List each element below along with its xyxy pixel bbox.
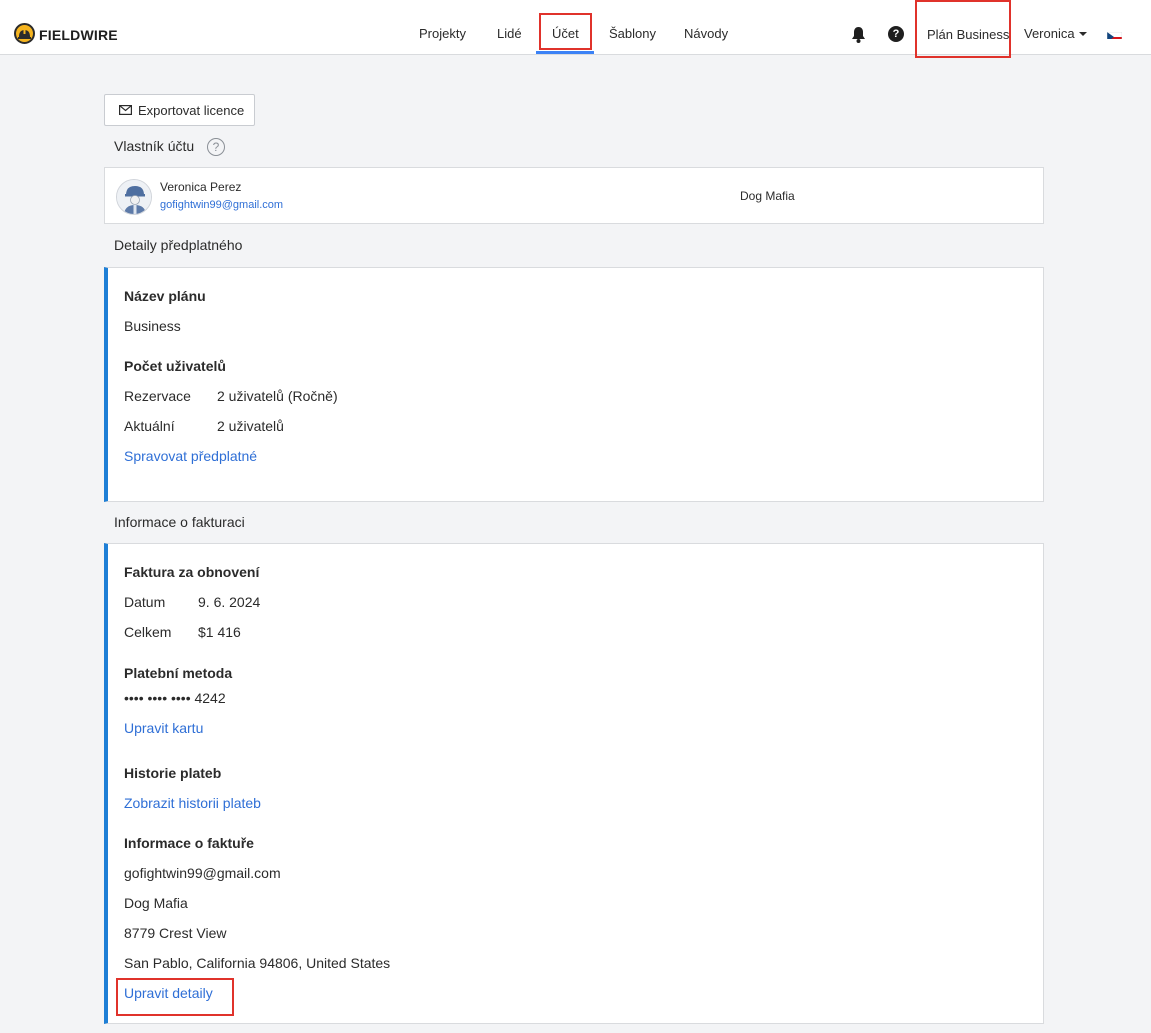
plan-name-heading: Název plánu <box>124 288 206 304</box>
renewal-invoice-heading: Faktura za obnovení <box>124 564 260 580</box>
logo-text: FIELDWIRE <box>39 27 118 43</box>
highlight-box-plan <box>915 0 1011 58</box>
nav-people[interactable]: Lidé <box>497 26 522 41</box>
question-mark-icon[interactable]: ? <box>207 138 225 156</box>
reserved-value: 2 uživatelů (Ročně) <box>217 388 338 404</box>
date-value: 9. 6. 2024 <box>198 594 261 610</box>
account-owner-title: Vlastník účtu <box>114 138 195 154</box>
invoice-street: 8779 Crest View <box>124 925 227 941</box>
total-label: Celkem <box>124 624 172 640</box>
user-name: Veronica <box>1024 26 1075 41</box>
total-value: $1 416 <box>198 624 241 640</box>
owner-email-link[interactable]: gofightwin99@gmail.com <box>160 199 283 211</box>
invoice-email: gofightwin99@gmail.com <box>124 865 281 881</box>
hardhat-logo-icon <box>14 23 35 44</box>
avatar <box>116 179 152 215</box>
current-label: Aktuální <box>124 418 175 434</box>
user-menu-dropdown[interactable]: Veronica <box>1024 26 1087 41</box>
current-value: 2 uživatelů <box>217 418 284 434</box>
chevron-down-icon <box>1078 31 1087 36</box>
manage-subscription-link[interactable]: Spravovat předplatné <box>124 448 257 464</box>
export-licenses-button[interactable]: Exportovat licence <box>104 94 255 126</box>
highlight-box-edit-details <box>116 978 234 1016</box>
export-licenses-label: Exportovat licence <box>138 102 245 118</box>
czech-flag-icon[interactable] <box>1107 29 1122 39</box>
bell-icon[interactable] <box>851 26 866 48</box>
invoice-company: Dog Mafia <box>124 895 188 911</box>
highlight-box-account <box>539 13 592 50</box>
billing-card: Faktura za obnovení Datum 9. 6. 2024 Cel… <box>104 543 1044 1024</box>
owner-company: Dog Mafia <box>740 189 795 203</box>
billing-section-title: Informace o fakturaci <box>114 514 245 530</box>
subscription-card: Název plánu Business Počet uživatelů Rez… <box>104 267 1044 502</box>
help-icon[interactable]: ? <box>888 26 904 42</box>
mail-icon <box>119 105 132 115</box>
fieldwire-logo[interactable]: FIELDWIRE <box>14 23 118 44</box>
reserved-label: Rezervace <box>124 388 191 404</box>
owner-card: Veronica Perez gofightwin99@gmail.com Do… <box>104 167 1044 224</box>
nav-guides[interactable]: Návody <box>684 26 728 41</box>
owner-name: Veronica Perez <box>160 180 242 194</box>
subscription-section-title: Detaily předplatného <box>114 237 243 253</box>
view-payment-history-link[interactable]: Zobrazit historii plateb <box>124 795 261 811</box>
payment-history-heading: Historie plateb <box>124 765 222 781</box>
edit-card-link[interactable]: Upravit kartu <box>124 720 203 736</box>
payment-method-heading: Platební metoda <box>124 665 233 681</box>
active-tab-indicator <box>536 51 594 54</box>
nav-projects[interactable]: Projekty <box>419 26 466 41</box>
date-label: Datum <box>124 594 166 610</box>
invoice-city: San Pablo, California 94806, United Stat… <box>124 955 391 971</box>
top-navbar: FIELDWIRE Projekty Lidé Účet Šablony Náv… <box>0 0 1151 58</box>
nav-templates[interactable]: Šablony <box>609 26 656 41</box>
plan-name-value: Business <box>124 318 181 334</box>
invoice-info-heading: Informace o faktuře <box>124 835 254 851</box>
card-number: •••• •••• •••• 4242 <box>124 690 226 706</box>
user-count-heading: Počet uživatelů <box>124 358 226 374</box>
